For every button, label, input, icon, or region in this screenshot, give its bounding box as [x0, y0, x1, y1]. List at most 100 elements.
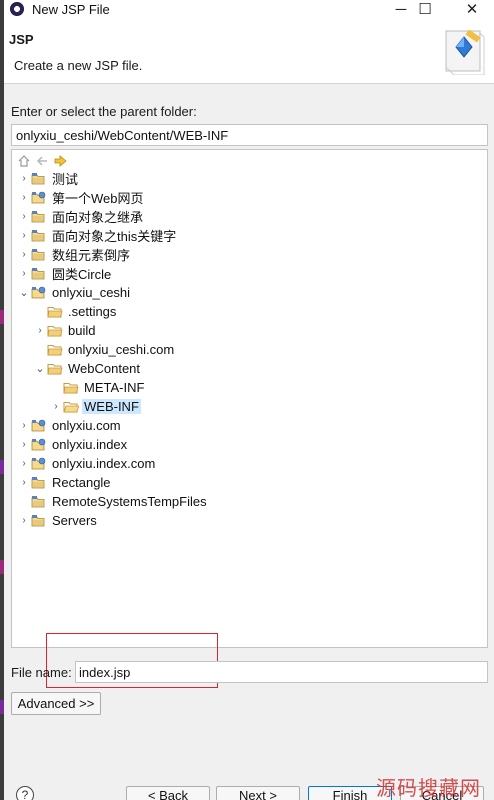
expand-right-icon[interactable]: › [18, 226, 30, 245]
tree-item[interactable]: › 面向对象之继承 [12, 207, 487, 226]
expand-right-icon[interactable]: › [18, 435, 30, 454]
parent-folder-label: Enter or select the parent folder: [11, 104, 197, 119]
tree-item[interactable]: › 第一个Web网页 [12, 188, 487, 207]
tree-rows: › 测试 › 第一个Web网页 › 面向对象之继承 › 面向对象之this关键字 › 数组元素倒序… [12, 169, 487, 530]
wizard-header: JSP Create a new JSP file. [4, 18, 494, 84]
tree-item[interactable]: › build [12, 321, 487, 340]
project-icon [31, 172, 47, 186]
title-bar: New JSP File ─ ☐ ✕ [4, 0, 494, 18]
tree-item[interactable]: › 数组元素倒序 [12, 245, 487, 264]
file-name-input[interactable] [75, 661, 488, 683]
jsp-wizard-banner-icon [445, 29, 485, 75]
expand-right-icon[interactable]: › [18, 188, 30, 207]
project-icon [31, 210, 47, 224]
tree-item[interactable]: › onlyxiu.index.com [12, 454, 487, 473]
web-project-icon [31, 286, 47, 300]
project-icon [31, 229, 47, 243]
tree-item[interactable]: › Rectangle [12, 473, 487, 492]
expand-right-icon[interactable]: › [18, 416, 30, 435]
tree-item-label: 圆类Circle [52, 267, 112, 282]
folder-icon [47, 324, 63, 338]
tree-item-label: .settings [68, 304, 117, 319]
tree-item[interactable]: › onlyxiu.index [12, 435, 487, 454]
expand-right-icon[interactable]: › [18, 245, 30, 264]
background-app-edge [0, 0, 4, 800]
tree-item-label: onlyxiu_ceshi [52, 285, 131, 300]
maximize-button[interactable]: ☐ [402, 0, 448, 18]
folder-open-icon [63, 400, 79, 414]
close-button[interactable]: ✕ [449, 0, 494, 18]
tree-item[interactable]: ⌄ onlyxiu_ceshi [12, 283, 487, 302]
tree-item[interactable]: ⌄ WebContent [12, 359, 487, 378]
tree-item[interactable]: .settings [12, 302, 487, 321]
web-project-icon [31, 457, 47, 471]
web-project-icon [31, 419, 47, 433]
expand-right-icon[interactable]: › [18, 473, 30, 492]
page-title: JSP [9, 32, 34, 47]
page-description: Create a new JSP file. [14, 58, 143, 73]
tree-item-label: Rectangle [52, 475, 111, 490]
help-icon[interactable]: ? [16, 786, 34, 800]
tree-toolbar [16, 153, 68, 169]
advanced-button[interactable]: Advanced >> [11, 692, 101, 715]
next-button[interactable]: Next > [216, 786, 300, 800]
forward-icon[interactable] [52, 153, 68, 169]
tree-item-label: onlyxiu.index.com [52, 456, 156, 471]
folder-icon [47, 343, 63, 357]
tree-item[interactable]: onlyxiu_ceshi.com [12, 340, 487, 359]
tree-item-label: onlyxiu_ceshi.com [68, 342, 175, 357]
tree-item-label: 数组元素倒序 [52, 248, 131, 263]
expand-right-icon[interactable]: › [18, 169, 30, 188]
tree-item[interactable]: › 面向对象之this关键字 [12, 226, 487, 245]
tree-item-label: RemoteSystemsTempFiles [52, 494, 207, 509]
project-icon [31, 514, 47, 528]
project-icon [31, 495, 47, 509]
home-icon[interactable] [16, 153, 32, 169]
folder-icon [47, 362, 63, 376]
tree-item-label: WebContent [68, 361, 141, 376]
window-title: New JSP File [32, 1, 110, 17]
tree-item[interactable]: › 圆类Circle [12, 264, 487, 283]
tree-item[interactable]: META-INF [12, 378, 487, 397]
tree-item-label: 面向对象之this关键字 [52, 229, 177, 244]
file-name-label: File name: [11, 665, 72, 680]
parent-folder-input[interactable] [11, 124, 488, 146]
folder-tree[interactable]: › 测试 › 第一个Web网页 › 面向对象之继承 › 面向对象之this关键字 › 数组元素倒序… [11, 149, 488, 648]
expand-right-icon[interactable]: › [18, 264, 30, 283]
back-icon[interactable] [34, 153, 50, 169]
tree-item[interactable]: › 测试 [12, 169, 487, 188]
tree-item[interactable]: › WEB-INF [12, 397, 487, 416]
expand-right-icon[interactable]: › [18, 511, 30, 530]
expand-right-icon[interactable]: › [50, 397, 62, 416]
tree-item-label: 测试 [52, 172, 79, 187]
back-button[interactable]: < Back [126, 786, 210, 800]
tree-item-label: META-INF [84, 380, 145, 395]
tree-item-label: WEB-INF [82, 399, 141, 414]
project-icon [31, 267, 47, 281]
web-project-icon [31, 438, 47, 452]
project-icon [31, 476, 47, 490]
expand-down-icon[interactable]: ⌄ [18, 283, 30, 302]
tree-item-label: Servers [52, 513, 97, 528]
eclipse-app-icon [10, 2, 24, 16]
expand-right-icon[interactable]: › [18, 207, 30, 226]
tree-item-label: build [68, 323, 96, 338]
expand-right-icon[interactable]: › [34, 321, 46, 340]
expand-down-icon[interactable]: ⌄ [34, 359, 46, 378]
tree-item[interactable]: › onlyxiu.com [12, 416, 487, 435]
expand-right-icon[interactable]: › [18, 454, 30, 473]
watermark-text: 源码搜藏网 [376, 776, 481, 800]
tree-item-label: 面向对象之继承 [52, 210, 144, 225]
tree-item-label: onlyxiu.com [52, 418, 121, 433]
folder-icon [47, 305, 63, 319]
tree-item-label: onlyxiu.index [52, 437, 128, 452]
tree-item-label: 第一个Web网页 [52, 191, 144, 206]
web-project-icon [31, 191, 47, 205]
tree-item[interactable]: › Servers [12, 511, 487, 530]
tree-item[interactable]: RemoteSystemsTempFiles [12, 492, 487, 511]
project-icon [31, 248, 47, 262]
